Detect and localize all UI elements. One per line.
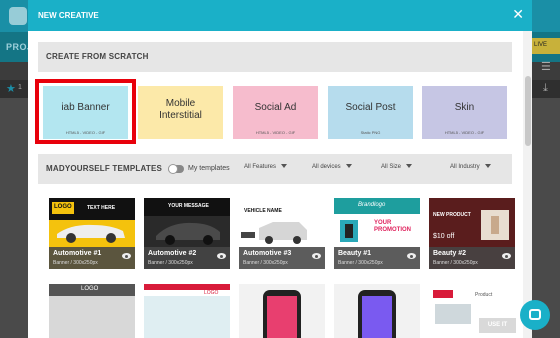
eye-icon[interactable] — [122, 253, 131, 259]
filter-features[interactable]: All Features — [244, 164, 288, 170]
template-caption: Beauty #2 Banner / 300x250px — [429, 247, 515, 269]
filter-devices[interactable]: All devices — [312, 164, 352, 170]
template-brand: Brandlogo — [358, 202, 386, 208]
template-name: Automotive #3 — [243, 250, 292, 257]
template-headline: YOUR MESSAGE — [168, 203, 209, 209]
format-label: Social Ad — [254, 102, 297, 113]
eye-icon[interactable] — [407, 253, 416, 259]
format-sub: Static PNG — [360, 130, 381, 135]
section-title: CREATE FROM SCRATCH — [46, 52, 149, 61]
section-title: MADYOURSELF TEMPLATES — [46, 164, 163, 173]
templates-header: MADYOURSELF TEMPLATES My templates All F… — [38, 154, 512, 184]
eye-icon[interactable] — [312, 253, 321, 259]
template-name: Automotive #2 — [148, 250, 197, 257]
chevron-down-icon — [484, 164, 491, 169]
modal-body: CREATE FROM SCRATCH iab Banner HTML5 - V… — [28, 31, 532, 338]
template-brand: LOGO — [54, 204, 72, 210]
template-card[interactable]: LOGO TEXT HERE Automotive #1 Banner / 30… — [49, 198, 135, 269]
format-card-social-ad[interactable]: Social Ad HTML5 - VIDEO - GIF — [233, 86, 318, 139]
use-it-button[interactable]: USE IT — [479, 318, 516, 333]
template-size: Banner / 300x250px — [148, 260, 193, 266]
template-card[interactable]: LOGO — [144, 284, 230, 338]
template-card[interactable] — [239, 284, 325, 338]
template-headline: VEHICLE NAME — [244, 208, 282, 214]
template-card[interactable]: NEW PRODUCT $10 off Beauty #2 Banner / 3… — [429, 198, 515, 269]
filter-label: All Size — [381, 164, 402, 170]
template-card[interactable]: Brandlogo YOUR PROMOTION Beauty #1 Banne… — [334, 198, 420, 269]
chevron-down-icon — [345, 164, 352, 169]
filter-size[interactable]: All Size — [381, 164, 413, 170]
template-brand: LOGO — [204, 290, 219, 296]
create-from-scratch-header: CREATE FROM SCRATCH — [38, 42, 512, 72]
filter-label: All devices — [312, 164, 341, 170]
template-name: Beauty #1 — [338, 250, 372, 257]
eye-icon[interactable] — [502, 253, 511, 259]
format-sub: HTML5 - VIDEO - GIF — [255, 130, 296, 135]
new-creative-modal: NEW CREATIVE ✕ CREATE FROM SCRATCH iab B… — [28, 0, 532, 338]
filter-label: All Features — [244, 164, 277, 170]
modal-title: NEW CREATIVE — [38, 11, 99, 20]
app-topbar-button[interactable]: LIVE — [532, 38, 560, 54]
template-card[interactable]: VEHICLE NAME Automotive #3 Banner / 300x… — [239, 198, 325, 269]
filter-industry[interactable]: All Industry — [450, 164, 491, 170]
format-sub: HTML5 - VIDEO - GIF — [444, 130, 485, 135]
template-name: Beauty #2 — [433, 250, 467, 257]
star-icon[interactable]: ★ — [6, 82, 16, 95]
template-brand: Product — [475, 292, 493, 298]
app-logo-icon — [9, 7, 27, 25]
modal-header: NEW CREATIVE ✕ — [28, 0, 532, 31]
chat-button[interactable] — [520, 300, 550, 330]
template-size: Banner / 300x250px — [338, 260, 383, 266]
format-label: Skin — [454, 102, 475, 113]
template-caption: Automotive #2 Banner / 300x250px — [144, 247, 230, 269]
template-headline: NEW PRODUCT — [433, 212, 471, 218]
toggle-knob — [168, 164, 178, 174]
chat-icon — [529, 309, 541, 320]
format-label: Mobile Interstitial — [159, 98, 202, 121]
template-thumbnail — [239, 284, 325, 338]
format-card-social-post[interactable]: Social Post Static PNG — [328, 86, 413, 139]
template-headline: YOUR PROMOTION — [374, 220, 411, 233]
menu-icon[interactable]: ☰ — [541, 60, 551, 73]
template-size: Banner / 300x250px — [53, 260, 98, 266]
template-headline: TEXT HERE — [87, 205, 116, 211]
format-card-skin[interactable]: Skin HTML5 - VIDEO - GIF — [422, 86, 507, 139]
template-card[interactable]: LOGO — [49, 284, 135, 338]
template-brand: LOGO — [81, 286, 99, 292]
template-caption: Beauty #1 Banner / 300x250px — [334, 247, 420, 269]
chevron-down-icon — [281, 164, 288, 169]
app-row-count: 1 — [18, 84, 22, 91]
my-templates-toggle[interactable] — [168, 164, 184, 174]
selection-highlight — [35, 79, 136, 144]
template-price: $10 off — [433, 233, 455, 240]
template-card[interactable] — [334, 284, 420, 338]
template-size: Banner / 300x250px — [433, 260, 478, 266]
template-caption: Automotive #3 Banner / 300x250px — [239, 247, 325, 269]
chevron-down-icon — [406, 164, 413, 169]
download-icon[interactable]: ⤓ — [543, 82, 548, 95]
template-thumbnail — [334, 284, 420, 338]
template-size: Banner / 300x250px — [243, 260, 288, 266]
template-name: Automotive #1 — [53, 250, 102, 257]
template-caption: Automotive #1 Banner / 300x250px — [49, 247, 135, 269]
my-templates-label: My templates — [188, 165, 230, 172]
template-card[interactable]: YOUR MESSAGE Automotive #2 Banner / 300x… — [144, 198, 230, 269]
format-label: Social Post — [345, 102, 396, 113]
format-card-mobile-interstitial[interactable]: Mobile Interstitial — [138, 86, 223, 139]
scroll-thumb[interactable] — [525, 76, 531, 146]
filter-label: All Industry — [450, 164, 480, 170]
eye-icon[interactable] — [217, 253, 226, 259]
close-icon[interactable]: ✕ — [512, 6, 524, 23]
template-thumbnail — [49, 284, 135, 338]
scrollbar[interactable] — [523, 31, 532, 338]
